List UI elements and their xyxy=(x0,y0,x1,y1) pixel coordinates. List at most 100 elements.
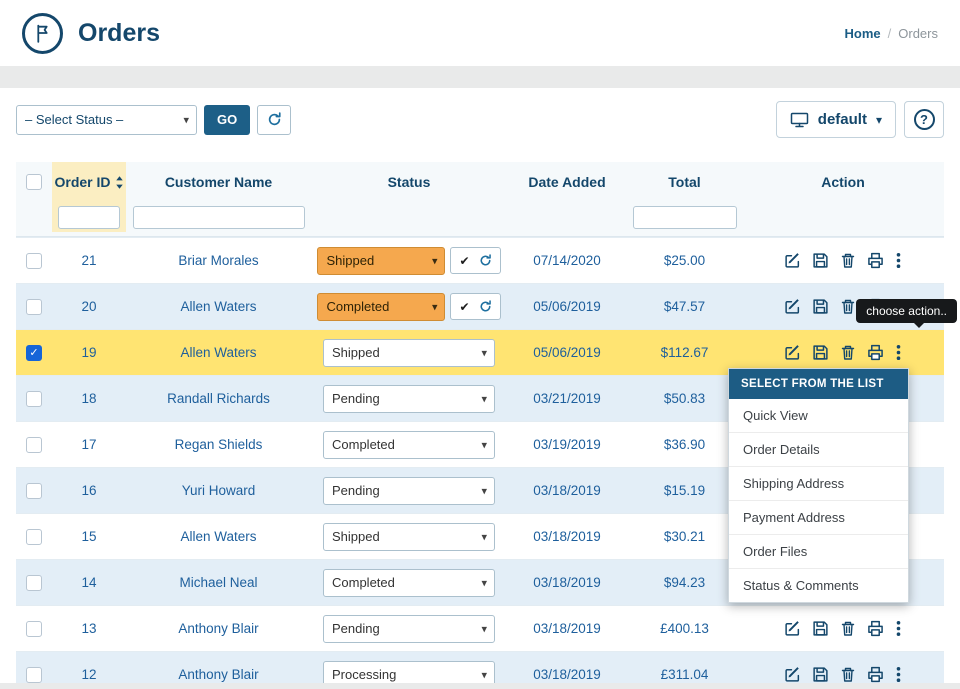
monitor-icon xyxy=(790,112,809,127)
delete-order-button[interactable] xyxy=(840,298,856,315)
row-checkbox[interactable] xyxy=(26,298,42,315)
date-added-cell: 05/06/2019 xyxy=(533,299,601,314)
reset-status-button[interactable] xyxy=(479,300,492,313)
print-order-button[interactable] xyxy=(867,620,884,637)
delete-order-button[interactable] xyxy=(840,666,856,683)
order-id-filter-input[interactable] xyxy=(58,205,120,229)
trash-icon xyxy=(841,253,855,268)
table-row: 13 Anthony Blair Pending ✔ 03/18/2019 £4… xyxy=(16,605,944,651)
row-checkbox[interactable] xyxy=(26,344,42,361)
order-status-select[interactable]: Shipped xyxy=(317,246,446,275)
delete-order-button[interactable] xyxy=(840,344,856,361)
refresh-icon xyxy=(480,300,491,312)
layout-default-button[interactable]: default ▾ xyxy=(775,101,896,138)
edit-order-button[interactable] xyxy=(784,344,801,361)
help-button[interactable]: ? xyxy=(904,101,944,138)
menu-item-payment-address[interactable]: Payment Address xyxy=(729,500,908,534)
row-checkbox[interactable] xyxy=(26,574,42,591)
save-order-button[interactable] xyxy=(812,298,829,315)
edit-order-button[interactable] xyxy=(784,620,801,637)
more-actions-button[interactable] xyxy=(895,252,902,269)
select-all-checkbox[interactable] xyxy=(26,174,42,190)
delete-order-button[interactable] xyxy=(840,252,856,269)
more-actions-button[interactable] xyxy=(895,666,902,683)
choose-action-tooltip: choose action.. xyxy=(856,299,957,328)
save-order-button[interactable] xyxy=(812,252,829,269)
total-cell: $50.83 xyxy=(663,391,706,406)
column-header-order-id[interactable]: Order ID xyxy=(52,162,126,202)
more-actions-button[interactable] xyxy=(895,344,902,361)
row-checkbox[interactable] xyxy=(26,252,42,269)
date-added-cell: 03/18/2019 xyxy=(533,575,601,590)
question-icon: ? xyxy=(913,109,935,130)
save-order-button[interactable] xyxy=(812,344,829,361)
refresh-button[interactable] xyxy=(257,104,292,135)
order-id-cell: 14 xyxy=(81,575,97,590)
customer-filter-input[interactable] xyxy=(132,205,305,229)
order-status-select[interactable]: Completed xyxy=(323,568,495,597)
table-row: 20 Allen Waters Completed ✔ 05/06/2019 $… xyxy=(16,283,944,329)
printer-icon xyxy=(868,252,883,269)
menu-item-status-comments[interactable]: Status & Comments xyxy=(729,568,908,602)
save-order-button[interactable] xyxy=(812,620,829,637)
total-filter-input[interactable] xyxy=(632,205,737,229)
status-confirm-group: ✔ xyxy=(450,247,501,274)
customer-name-cell: Randall Richards xyxy=(167,391,270,406)
edit-order-button[interactable] xyxy=(784,666,801,683)
print-order-button[interactable] xyxy=(867,252,884,269)
column-header-date-added[interactable]: Date Added xyxy=(507,162,627,202)
save-icon xyxy=(813,299,828,314)
order-id-cell: 12 xyxy=(81,667,97,682)
order-status-select[interactable]: Shipped xyxy=(323,338,495,367)
total-cell: $15.19 xyxy=(663,483,706,498)
column-header-status[interactable]: Status xyxy=(311,162,507,202)
more-actions-button[interactable] xyxy=(895,620,902,637)
column-header-customer[interactable]: Customer Name xyxy=(126,162,311,202)
save-icon xyxy=(813,621,828,636)
status-filter-select[interactable]: – Select Status – xyxy=(16,104,197,135)
app-logo[interactable] xyxy=(22,12,63,54)
order-status-select[interactable]: Completed xyxy=(323,430,495,459)
order-id-cell: 19 xyxy=(81,345,97,360)
row-checkbox[interactable] xyxy=(26,620,42,637)
row-checkbox[interactable] xyxy=(26,528,42,545)
confirm-status-button[interactable]: ✔ xyxy=(459,300,469,314)
confirm-status-button[interactable]: ✔ xyxy=(459,254,469,268)
save-order-button[interactable] xyxy=(812,666,829,683)
go-button[interactable]: GO xyxy=(204,104,251,135)
customer-name-cell: Regan Shields xyxy=(174,437,263,452)
order-status-select[interactable]: Pending xyxy=(323,476,495,505)
customer-name-cell: Allen Waters xyxy=(180,345,257,360)
edit-icon xyxy=(785,253,800,268)
reset-status-button[interactable] xyxy=(479,254,492,267)
status-confirm-group: ✔ xyxy=(450,293,501,320)
edit-order-button[interactable] xyxy=(784,298,801,315)
menu-item-order-details[interactable]: Order Details xyxy=(729,432,908,466)
total-cell: $25.00 xyxy=(663,253,706,268)
table-row: 21 Briar Morales Shipped ✔ 07/14/2020 $2… xyxy=(16,237,944,283)
row-checkbox[interactable] xyxy=(26,436,42,453)
printer-icon xyxy=(868,344,883,361)
total-cell: $30.21 xyxy=(663,529,706,544)
row-checkbox[interactable] xyxy=(26,666,42,683)
print-order-button[interactable] xyxy=(867,666,884,683)
filter-row xyxy=(16,202,944,236)
order-status-select[interactable]: Completed xyxy=(317,292,446,321)
order-status-select[interactable]: Pending xyxy=(323,384,495,413)
order-status-select[interactable]: Processing xyxy=(323,660,495,683)
menu-item-quick-view[interactable]: Quick View xyxy=(729,399,908,432)
row-checkbox[interactable] xyxy=(26,482,42,499)
delete-order-button[interactable] xyxy=(840,620,856,637)
column-header-total[interactable]: Total xyxy=(627,162,742,202)
print-order-button[interactable] xyxy=(867,344,884,361)
customer-name-cell: Michael Neal xyxy=(179,575,258,590)
action-cell xyxy=(742,652,944,683)
breadcrumb-home-link[interactable]: Home xyxy=(845,26,881,41)
customer-name-cell: Allen Waters xyxy=(180,529,257,544)
order-status-select[interactable]: Pending xyxy=(323,614,495,643)
order-status-select[interactable]: Shipped xyxy=(323,522,495,551)
row-checkbox[interactable] xyxy=(26,390,42,407)
edit-order-button[interactable] xyxy=(784,252,801,269)
menu-item-shipping-address[interactable]: Shipping Address xyxy=(729,466,908,500)
menu-item-order-files[interactable]: Order Files xyxy=(729,534,908,568)
